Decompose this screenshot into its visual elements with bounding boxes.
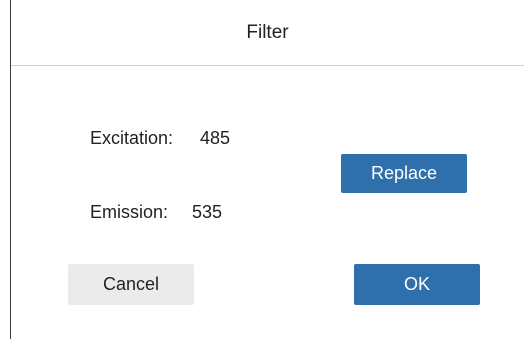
dialog-header: Filter [11,0,524,66]
emission-value: 535 [192,202,223,222]
cancel-button[interactable]: Cancel [68,264,194,305]
ok-button[interactable]: OK [354,264,480,305]
excitation-value: 485 [200,128,231,148]
excitation-label: Excitation: [90,128,174,148]
dialog-title: Filter [246,22,289,43]
filter-dialog: Filter Excitation: 485 Emission: 535 Rep… [10,0,524,339]
emission-label: Emission: [90,202,169,222]
replace-button[interactable]: Replace [341,154,467,193]
